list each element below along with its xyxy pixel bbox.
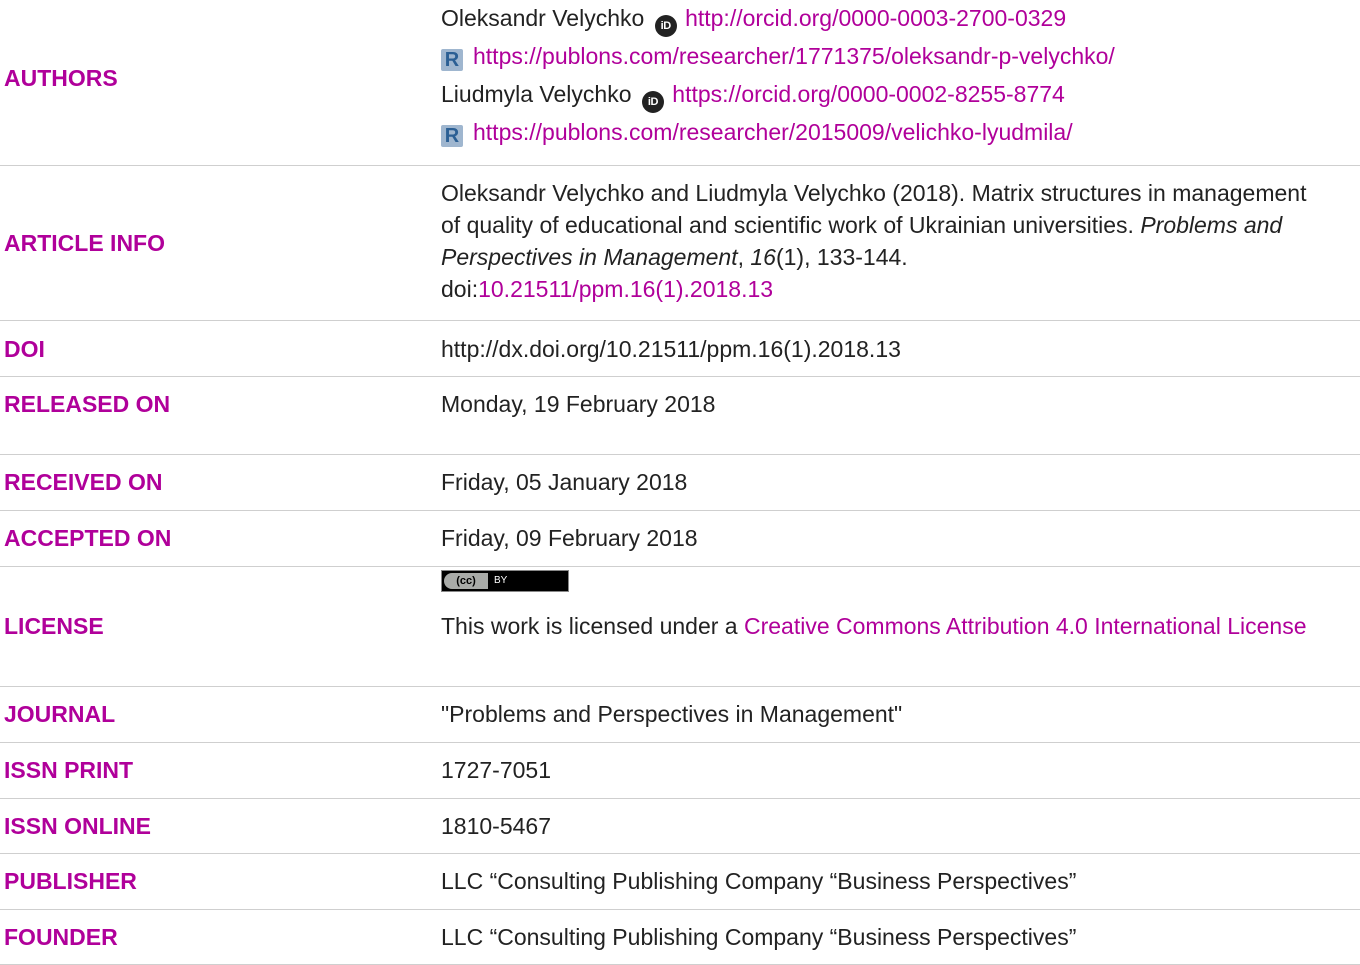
author-name-2: Liudmyla Velychko <box>441 81 632 107</box>
authors-value: Oleksandr Velychko iD http://orcid.org/0… <box>441 0 1351 151</box>
row-accepted-on: ACCEPTED ON Friday, 09 February 2018 <box>0 510 1360 567</box>
citation-volume: 16 <box>750 244 776 270</box>
received-on-label: RECEIVED ON <box>4 469 163 495</box>
orcid-icon: iD <box>654 15 677 37</box>
author-1-orcid-link[interactable]: http://orcid.org/0000-0003-2700-0329 <box>685 5 1066 31</box>
row-founder: FOUNDER LLC “Consulting Publishing Compa… <box>0 909 1360 965</box>
row-issn-online: ISSN ONLINE 1810-5467 <box>0 798 1360 854</box>
author-line-1: Oleksandr Velychko iD http://orcid.org/0… <box>441 0 1351 37</box>
issn-online-value: 1810-5467 <box>441 813 551 839</box>
row-released-on: RELEASED ON Monday, 19 February 2018 <box>0 376 1360 455</box>
row-received-on: RECEIVED ON Friday, 05 January 2018 <box>0 454 1360 511</box>
row-journal: JOURNAL "Problems and Perspectives in Ma… <box>0 686 1360 743</box>
author-2-publons-link[interactable]: https://publons.com/researcher/2015009/v… <box>473 119 1073 145</box>
row-publisher: PUBLISHER LLC “Consulting Publishing Com… <box>0 853 1360 910</box>
article-info-label: ARTICLE INFO <box>4 230 165 256</box>
citation-comma: , <box>737 244 751 270</box>
publisher-value: LLC “Consulting Publishing Company “Busi… <box>441 868 1077 894</box>
publisher-label: PUBLISHER <box>4 868 137 894</box>
accepted-on-label: ACCEPTED ON <box>4 525 172 551</box>
founder-label: FOUNDER <box>4 924 118 950</box>
founder-value: LLC “Consulting Publishing Company “Busi… <box>441 924 1077 950</box>
row-doi: DOI http://dx.doi.org/10.21511/ppm.16(1)… <box>0 320 1360 377</box>
publons-icon: R <box>441 49 463 71</box>
citation-doi-link[interactable]: 10.21511/ppm.16(1).2018.13 <box>478 276 773 302</box>
doi-label: DOI <box>4 336 45 362</box>
orcid-icon: iD <box>641 91 664 113</box>
article-info-value: Oleksandr Velychko and Liudmyla Velychko… <box>441 177 1321 305</box>
author-name-1: Oleksandr Velychko <box>441 5 645 31</box>
doi-value: http://dx.doi.org/10.21511/ppm.16(1).201… <box>441 336 901 362</box>
row-license: (cc) BY LICENSE This work is licensed un… <box>0 566 1360 687</box>
author-line-4: Rhttps://publons.com/researcher/2015009/… <box>441 113 1351 151</box>
journal-label: JOURNAL <box>4 701 116 727</box>
issn-online-label: ISSN ONLINE <box>4 813 151 839</box>
cc-badge-label: (cc) <box>444 573 488 589</box>
released-on-label: RELEASED ON <box>4 391 171 417</box>
citation-pages: (1), 133-144. <box>775 244 908 270</box>
issn-print-value: 1727-7051 <box>441 757 551 783</box>
released-on-value: Monday, 19 February 2018 <box>441 391 716 417</box>
row-authors: AUTHORS Oleksandr Velychko iD http://orc… <box>0 0 1360 166</box>
license-text: This work is licensed under a <box>441 613 744 639</box>
license-label: LICENSE <box>4 613 104 639</box>
author-line-2: Rhttps://publons.com/researcher/1771375/… <box>441 37 1351 75</box>
by-badge-label: BY <box>494 575 508 586</box>
accepted-on-value: Friday, 09 February 2018 <box>441 525 698 551</box>
author-1-publons-link[interactable]: https://publons.com/researcher/1771375/o… <box>473 43 1115 69</box>
cc-by-badge[interactable]: (cc) BY <box>441 570 569 592</box>
author-2-orcid-link[interactable]: https://orcid.org/0000-0002-8255-8774 <box>672 81 1065 107</box>
author-line-3: Liudmyla Velychko iD https://orcid.org/0… <box>441 75 1351 113</box>
license-link[interactable]: Creative Commons Attribution 4.0 Interna… <box>744 613 1307 639</box>
journal-value: "Problems and Perspectives in Management… <box>441 701 903 727</box>
authors-label: AUTHORS <box>4 65 118 91</box>
issn-print-label: ISSN PRINT <box>4 757 134 783</box>
row-article-info: ARTICLE INFO Oleksandr Velychko and Liud… <box>0 165 1360 321</box>
received-on-value: Friday, 05 January 2018 <box>441 469 688 495</box>
license-value: This work is licensed under a Creative C… <box>441 610 1341 642</box>
row-issn-print: ISSN PRINT 1727-7051 <box>0 742 1360 799</box>
publons-icon: R <box>441 125 463 147</box>
citation-doi-prefix: doi: <box>441 276 479 302</box>
